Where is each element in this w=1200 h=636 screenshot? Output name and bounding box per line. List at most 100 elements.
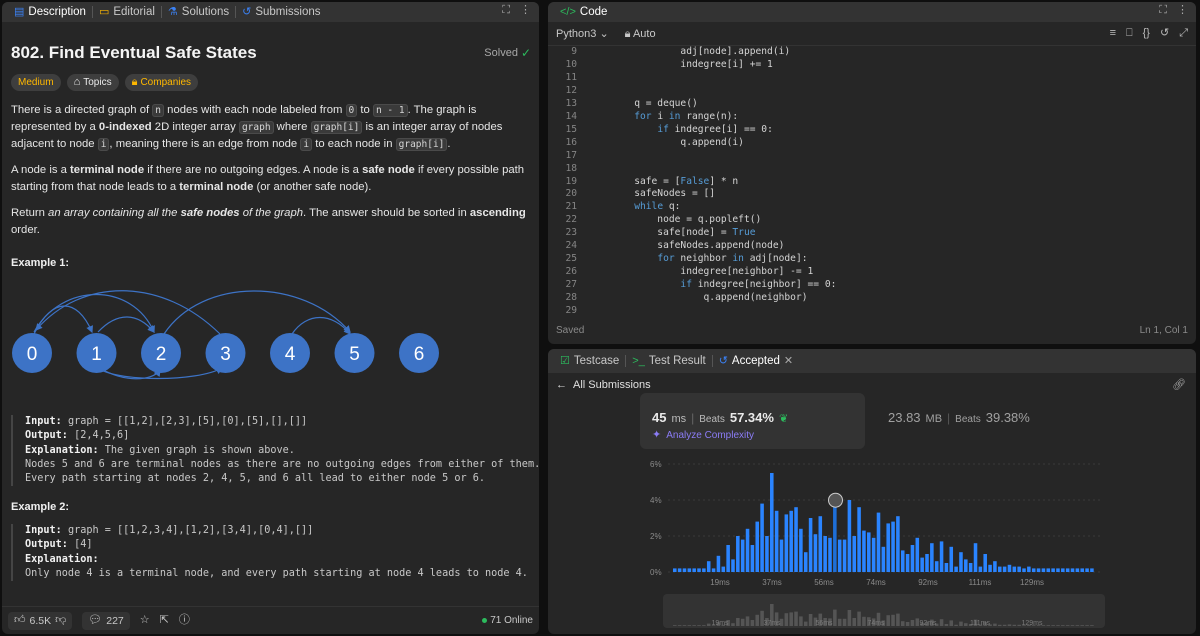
chart-bar[interactable] [1070, 568, 1075, 572]
chart-bar[interactable] [736, 536, 740, 572]
chart-bar[interactable] [1065, 568, 1070, 572]
comments-button[interactable]: 💬︎ 227 [82, 611, 130, 630]
close-icon[interactable]: ✕ [784, 355, 793, 367]
help-icon[interactable]: ⓘ [179, 615, 190, 626]
chart-bar[interactable] [774, 510, 779, 572]
braces-icon[interactable]: {} [1143, 28, 1150, 39]
chart-bar[interactable] [1002, 566, 1007, 572]
chart-bar[interactable] [687, 568, 692, 572]
chart-bar[interactable] [973, 543, 978, 572]
chart-bar[interactable] [706, 561, 711, 572]
chart-bar[interactable] [1085, 568, 1089, 572]
chart-bar[interactable] [784, 514, 789, 572]
chart-bar[interactable] [983, 554, 987, 572]
chart-bar[interactable] [910, 545, 915, 572]
chart-bar[interactable] [682, 568, 687, 572]
chart-bar[interactable] [1031, 568, 1036, 572]
tab-description[interactable]: ▤ Description [8, 6, 92, 18]
chart-bar[interactable] [1046, 568, 1051, 572]
memory-stat[interactable]: 23.83 MB | Beats 39.38% [888, 410, 1030, 425]
reset-icon[interactable]: ↺ [1160, 28, 1169, 39]
chart-bar[interactable] [750, 545, 755, 572]
thumbs-up-icon[interactable]: 👍︎ [14, 615, 26, 626]
fullscreen-icon[interactable]: ⤢ [1179, 28, 1188, 39]
chart-bar[interactable] [862, 530, 866, 572]
more-icon[interactable]: ⋮ [1177, 5, 1188, 16]
chart-bar[interactable] [886, 523, 890, 572]
chart-bar[interactable] [765, 536, 769, 572]
chart-bar[interactable] [1056, 568, 1060, 572]
tab-testcase[interactable]: ☑ Testcase [554, 355, 625, 367]
arrow-left-icon[interactable]: ← [556, 379, 567, 391]
chart-bar[interactable] [799, 528, 803, 572]
format-icon[interactable]: ≡ [1110, 28, 1116, 39]
chart-bar[interactable] [934, 561, 939, 572]
chart-bar[interactable] [1012, 566, 1017, 572]
auto-toggle[interactable]: 🔒︎ Auto [625, 28, 656, 40]
chart-bar[interactable] [852, 536, 857, 572]
chart-bar[interactable] [900, 550, 905, 572]
chart-bar[interactable] [1022, 568, 1026, 572]
topics-button[interactable]: ⌂ Topics [66, 74, 119, 91]
chart-bar[interactable] [1090, 568, 1094, 572]
chart-bar[interactable] [711, 568, 716, 572]
chart-bar[interactable] [1051, 568, 1055, 572]
language-select[interactable]: Python3 ⌄ [556, 28, 609, 40]
chart-bar[interactable] [818, 516, 823, 572]
chart-bar[interactable] [978, 566, 983, 572]
chart-bar[interactable] [1017, 566, 1021, 572]
chart-bar[interactable] [920, 557, 924, 572]
link-icon[interactable]: 🔗︎ [1172, 379, 1186, 391]
tab-solutions[interactable]: ⚗ Solutions [162, 6, 235, 18]
chart-bar[interactable] [842, 539, 847, 572]
tab-accepted[interactable]: ↺ Accepted ✕ [713, 355, 799, 367]
expand-icon[interactable]: ⛶ [502, 5, 510, 16]
chart-bar[interactable] [1075, 568, 1080, 572]
chart-bar[interactable] [944, 563, 949, 572]
chart-bar[interactable] [930, 543, 934, 572]
chart-bar[interactable] [1061, 568, 1065, 572]
chart-bar[interactable] [745, 528, 750, 572]
chart-bar[interactable] [988, 564, 992, 572]
chart-bar[interactable] [867, 532, 871, 572]
chart-bar[interactable] [740, 539, 745, 572]
chart-bar[interactable] [876, 512, 881, 572]
chart-bar[interactable] [881, 546, 886, 572]
chart-bar[interactable] [794, 507, 798, 572]
chart-bar[interactable] [673, 568, 677, 572]
chart-bar[interactable] [915, 537, 920, 572]
chart-bar[interactable] [770, 473, 774, 572]
chart-bar[interactable] [968, 563, 973, 572]
chart-bar[interactable] [954, 566, 958, 572]
chart-bar[interactable] [828, 537, 832, 572]
chart-bar[interactable] [905, 554, 910, 572]
chart-bar[interactable] [823, 536, 827, 572]
chart-bar[interactable] [1036, 568, 1041, 572]
chart-bar[interactable] [857, 507, 861, 572]
share-icon[interactable]: ⇱ [160, 615, 169, 626]
chart-bar[interactable] [808, 518, 813, 572]
chart-bar[interactable] [692, 568, 696, 572]
chart-bar[interactable] [716, 555, 721, 572]
chart-bar[interactable] [697, 568, 701, 572]
chart-bar[interactable] [1007, 564, 1012, 572]
chart-bar[interactable] [813, 534, 818, 572]
analyze-complexity-button[interactable]: ✦ Analyze Complexity [652, 430, 754, 442]
star-icon[interactable]: ☆ [140, 615, 150, 626]
chart-bar[interactable] [702, 568, 706, 572]
thumbs-down-icon[interactable]: 👎︎ [55, 615, 66, 626]
chart-bar[interactable] [755, 521, 760, 572]
chart-bar[interactable] [993, 561, 997, 572]
chart-bar[interactable] [833, 498, 837, 572]
all-submissions-link[interactable]: All Submissions [573, 379, 651, 391]
expand-icon[interactable]: ⛶ [1159, 5, 1167, 16]
chart-bar[interactable] [896, 516, 900, 572]
chart-bar[interactable] [997, 566, 1002, 572]
chart-bar[interactable] [760, 503, 764, 572]
companies-button[interactable]: 🔒︎ Companies [124, 74, 199, 91]
chart-bar[interactable] [1027, 566, 1031, 572]
chart-bar[interactable] [959, 552, 963, 572]
chart-bar[interactable] [779, 539, 784, 572]
code-editor[interactable]: 9 adj[node].append(i) 10 indegree[i] += 1… [548, 46, 1196, 316]
runtime-distribution-chart[interactable]: 6% 4% 2% 0% 19ms 37ms 56ms 74ms 92ms 111ms 129ms 19… [638, 454, 1108, 634]
